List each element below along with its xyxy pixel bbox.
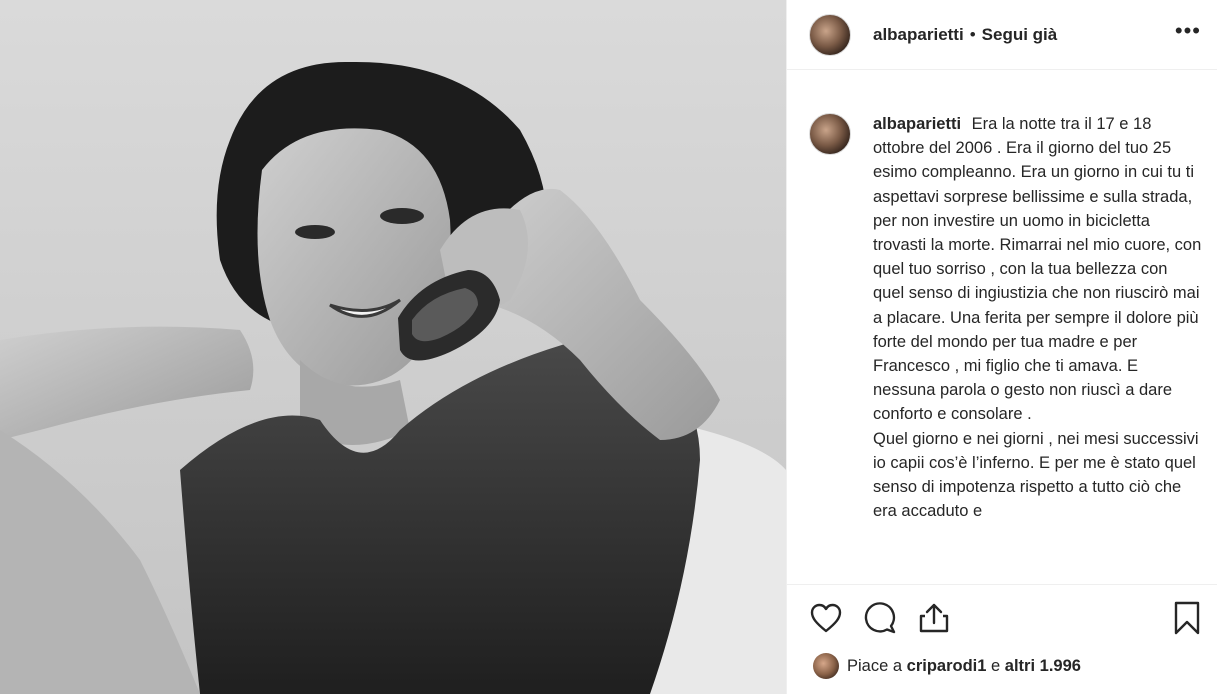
heart-icon[interactable] [807, 599, 845, 637]
caption-paragraph-2: Quel giorno e nei giorni , nei mesi succ… [873, 429, 1199, 521]
caption-paragraph-1-text: Era la notte tra il 17 e 18 ottobre del … [873, 115, 1202, 424]
instagram-post-view: albaparietti • Segui già ••• albapariett… [0, 0, 1217, 694]
more-options-icon[interactable]: ••• [1175, 19, 1201, 50]
author-avatar[interactable] [809, 13, 851, 56]
caption-comment: albaparietti Era la notte tra il 17 e 18… [787, 100, 1217, 584]
share-icon[interactable] [915, 599, 953, 637]
post-header: albaparietti • Segui già ••• [787, 0, 1217, 70]
bookmark-icon[interactable] [1168, 599, 1206, 637]
follow-status-button[interactable]: Segui già [982, 25, 1058, 45]
liker-avatar[interactable] [813, 653, 839, 679]
likes-prefix: Piace a [847, 656, 903, 675]
caption-paragraph-1: albaparietti Era la notte tra il 17 e 18… [873, 112, 1202, 427]
likes-middle: e [991, 656, 1001, 675]
post-photo[interactable] [0, 0, 786, 694]
caption-author-avatar[interactable] [809, 113, 851, 155]
header-text: albaparietti • Segui già [873, 25, 1175, 45]
post-side-panel: albaparietti • Segui già ••• albapariett… [786, 0, 1217, 694]
comment-icon[interactable] [861, 599, 899, 637]
likes-others-link[interactable]: altri 1.996 [1005, 657, 1081, 676]
liker-username[interactable]: criparodi1 [907, 657, 987, 676]
photo-illustration [0, 0, 786, 694]
post-actions: Piace a criparodi1 e altri 1.996 [787, 584, 1217, 694]
header-separator: • [969, 24, 976, 44]
caption-author-username[interactable]: albaparietti [873, 115, 966, 133]
author-username[interactable]: albaparietti [873, 25, 964, 45]
caption-text: albaparietti Era la notte tra il 17 e 18… [873, 112, 1202, 584]
action-icon-row [787, 585, 1217, 651]
likes-summary: Piace a criparodi1 e altri 1.996 [787, 651, 1217, 681]
